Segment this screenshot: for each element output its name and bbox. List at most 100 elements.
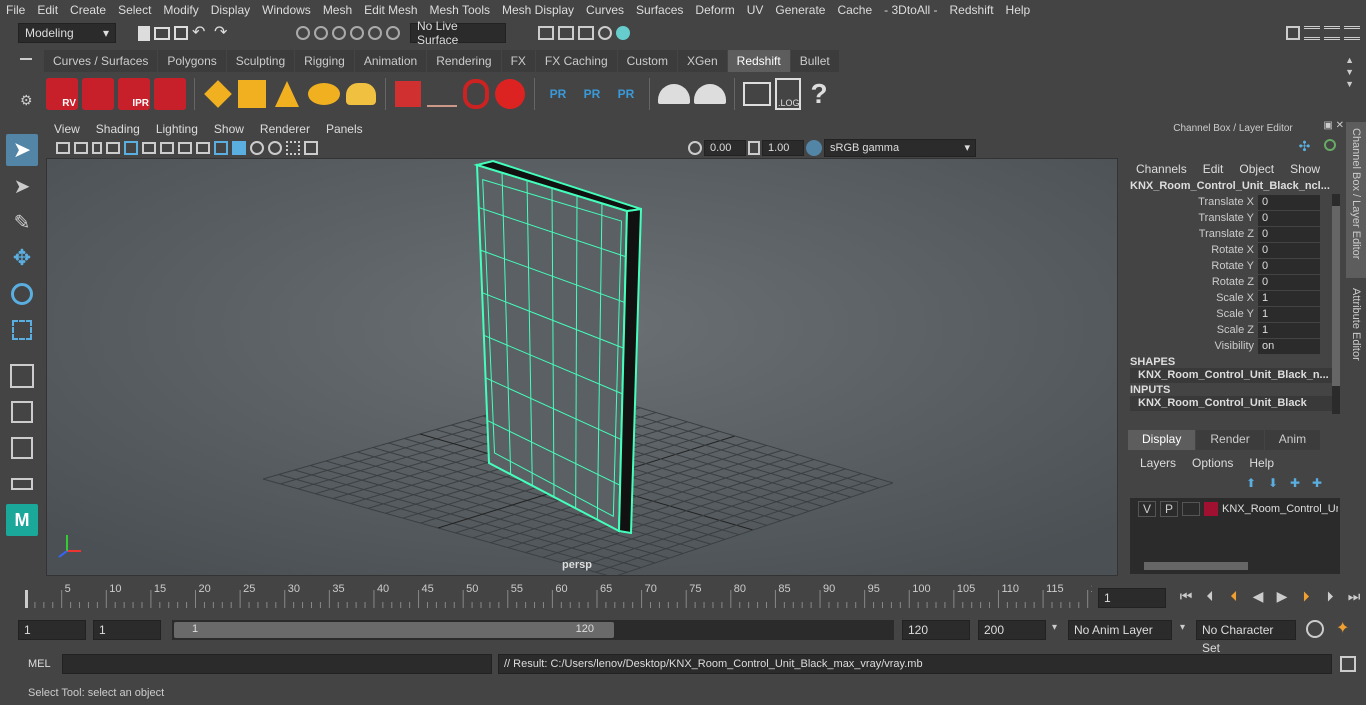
animation-start-field[interactable]: 1 bbox=[18, 620, 86, 640]
channel-box-scrollbar[interactable] bbox=[1332, 194, 1340, 414]
rs-bowl-icon[interactable] bbox=[658, 84, 690, 104]
layout-outliner-icon[interactable] bbox=[6, 468, 38, 500]
range-slider-track[interactable]: 1 120 bbox=[172, 620, 894, 640]
new-scene-icon[interactable] bbox=[138, 25, 150, 41]
attr-row[interactable]: Scale X1 bbox=[1122, 290, 1344, 306]
rs-volume-icon[interactable] bbox=[463, 79, 489, 109]
range-slider-handle[interactable]: 1 120 bbox=[174, 622, 614, 638]
playback-end-field[interactable]: 120 bbox=[902, 620, 970, 640]
render-view-icon[interactable] bbox=[538, 26, 554, 40]
soft-select-icon[interactable] bbox=[6, 360, 38, 392]
tab-fx-caching[interactable]: FX Caching bbox=[535, 50, 617, 72]
exposure-field[interactable]: 0.00 bbox=[704, 140, 746, 156]
wireframe-icon[interactable] bbox=[214, 141, 228, 155]
tab-custom[interactable]: Custom bbox=[617, 50, 677, 72]
attr-name[interactable]: Rotate X bbox=[1122, 244, 1258, 256]
attr-value[interactable]: 1 bbox=[1258, 306, 1320, 322]
rs-sun-sky-icon[interactable] bbox=[346, 83, 376, 105]
tab-bullet[interactable]: Bullet bbox=[790, 50, 839, 72]
rs-spot-light-icon[interactable] bbox=[275, 81, 299, 107]
step-forward-key-icon[interactable]: ⏵ bbox=[1294, 588, 1318, 605]
attr-row[interactable]: Rotate Z0 bbox=[1122, 274, 1344, 290]
current-time-marker[interactable] bbox=[25, 590, 28, 608]
playback-start-field[interactable]: 1 bbox=[93, 620, 161, 640]
scrollbar-thumb[interactable] bbox=[1332, 206, 1340, 386]
attr-row[interactable]: Scale Z1 bbox=[1122, 322, 1344, 338]
tab-curves-surfaces[interactable]: Curves / Surfaces bbox=[44, 50, 158, 72]
attr-name[interactable]: Scale Y bbox=[1122, 308, 1258, 320]
pr-icon-3[interactable]: PR bbox=[611, 87, 641, 101]
attr-name[interactable]: Rotate Z bbox=[1122, 276, 1258, 288]
viewport-menu-show[interactable]: Show bbox=[206, 122, 252, 136]
menu-3dtoall[interactable]: - 3DtoAll - bbox=[878, 3, 943, 17]
layer-display-type[interactable] bbox=[1182, 502, 1200, 516]
hypershade-icon[interactable] bbox=[616, 26, 630, 40]
rs-proxy-icon[interactable] bbox=[395, 81, 421, 107]
cb-manipulator-icon[interactable]: ✣ bbox=[1299, 138, 1317, 156]
layer-name[interactable]: KNX_Room_Control_Ur bbox=[1222, 503, 1338, 515]
shape-node[interactable]: KNX_Room_Control_Unit_Black_n... bbox=[1130, 368, 1334, 383]
script-editor-icon[interactable] bbox=[743, 82, 771, 106]
attr-row[interactable]: Translate X0 bbox=[1122, 194, 1344, 210]
attr-value[interactable]: 0 bbox=[1258, 258, 1320, 274]
rs-material-ball-icon[interactable] bbox=[495, 79, 525, 109]
viewport-menu-shading[interactable]: Shading bbox=[88, 122, 148, 136]
rs-light-icon[interactable] bbox=[204, 80, 232, 108]
shelf-gear-icon[interactable]: ⚙ bbox=[20, 92, 33, 109]
snap-curve-icon[interactable] bbox=[314, 26, 328, 40]
menu-mesh-tools[interactable]: Mesh Tools bbox=[424, 3, 496, 17]
go-to-start-icon[interactable]: ⏮ bbox=[1174, 588, 1198, 605]
channel-menu-edit[interactable]: Edit bbox=[1195, 162, 1232, 176]
cube-icon[interactable] bbox=[1286, 26, 1300, 40]
menu-display[interactable]: Display bbox=[205, 3, 256, 17]
tab-channel-box[interactable]: Channel Box / Layer Editor bbox=[1346, 122, 1366, 278]
attr-value[interactable]: 0 bbox=[1258, 210, 1320, 226]
chevron-down-icon[interactable]: ▾ bbox=[1180, 622, 1185, 633]
rs-dome-light-icon[interactable] bbox=[308, 83, 340, 105]
channel-menu-channels[interactable]: Channels bbox=[1128, 162, 1195, 176]
rs-render-view-icon[interactable]: RV bbox=[46, 78, 78, 110]
channel-box-icon[interactable] bbox=[1344, 26, 1360, 40]
menu-deform[interactable]: Deform bbox=[689, 3, 740, 17]
layer-visibility-toggle[interactable]: V bbox=[1138, 501, 1156, 517]
menu-modify[interactable]: Modify bbox=[157, 3, 204, 17]
move-layer-down-icon[interactable]: ⬇ bbox=[1268, 476, 1286, 494]
new-layer-selected-icon[interactable]: ✚ bbox=[1312, 476, 1330, 494]
pr-icon-1[interactable]: PR bbox=[543, 87, 573, 101]
render-settings-icon[interactable] bbox=[598, 26, 612, 40]
tab-fx[interactable]: FX bbox=[501, 50, 535, 72]
layer-tab-render[interactable]: Render bbox=[1196, 430, 1264, 450]
rs-area-light-icon[interactable] bbox=[238, 80, 266, 108]
layer-color-swatch[interactable] bbox=[1204, 502, 1218, 516]
attr-row[interactable]: Rotate Y0 bbox=[1122, 258, 1344, 274]
script-language-label[interactable]: MEL bbox=[28, 658, 51, 670]
tab-polygons[interactable]: Polygons bbox=[158, 50, 226, 72]
render-frame-icon[interactable] bbox=[558, 26, 574, 40]
gate-mask-icon[interactable] bbox=[178, 142, 192, 154]
menu-windows[interactable]: Windows bbox=[256, 3, 317, 17]
move-tool-icon[interactable]: ✥ bbox=[6, 242, 38, 274]
viewport-menu-renderer[interactable]: Renderer bbox=[252, 122, 318, 136]
view-transform-icon[interactable] bbox=[806, 140, 822, 156]
animation-end-field[interactable]: 200 bbox=[978, 620, 1046, 640]
colorspace-dropdown[interactable]: sRGB gamma ▾ bbox=[824, 139, 976, 157]
channel-menu-object[interactable]: Object bbox=[1231, 162, 1282, 176]
textured-icon[interactable] bbox=[250, 141, 264, 155]
live-surface-field[interactable]: No Live Surface bbox=[410, 19, 506, 47]
menu-uv[interactable]: UV bbox=[741, 3, 770, 17]
tool-settings-icon[interactable] bbox=[1324, 26, 1340, 40]
grid-toggle-icon[interactable] bbox=[124, 141, 138, 155]
viewport-menu-lighting[interactable]: Lighting bbox=[148, 122, 206, 136]
rs-ipr-icon[interactable]: IPR bbox=[118, 78, 150, 110]
viewport-menu-panels[interactable]: Panels bbox=[318, 122, 371, 136]
move-layer-up-icon[interactable]: ⬆ bbox=[1246, 476, 1264, 494]
camera-select-icon[interactable] bbox=[56, 142, 70, 154]
menu-create[interactable]: Create bbox=[64, 3, 112, 17]
lights-icon[interactable] bbox=[268, 141, 282, 155]
attr-row[interactable]: Rotate X0 bbox=[1122, 242, 1344, 258]
attr-name[interactable]: Scale Z bbox=[1122, 324, 1258, 336]
redo-icon[interactable]: ↷ bbox=[214, 24, 232, 42]
tab-rendering[interactable]: Rendering bbox=[427, 50, 501, 72]
attr-value[interactable]: 1 bbox=[1258, 322, 1320, 338]
tab-xgen[interactable]: XGen bbox=[677, 50, 727, 72]
